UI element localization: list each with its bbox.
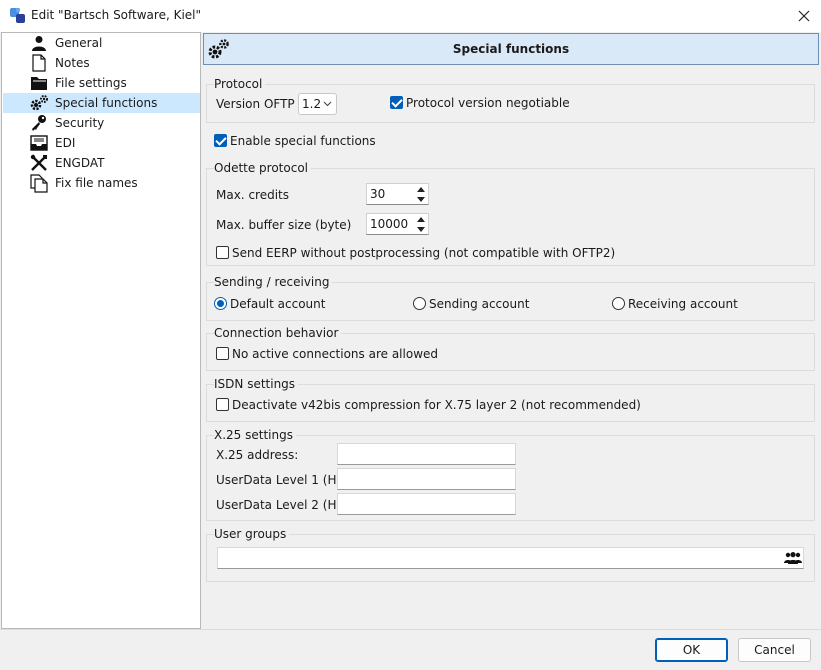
enable-special-functions-label: Enable special functions bbox=[230, 134, 376, 148]
user-groups-group-label: User groups bbox=[214, 527, 290, 541]
nav-item-label: Special functions bbox=[55, 96, 158, 110]
protocol-negotiable-checkbox[interactable] bbox=[390, 96, 403, 109]
max-buffer-size-spinner[interactable]: 10000 bbox=[366, 213, 429, 235]
userdata-level1-input[interactable] bbox=[337, 468, 516, 490]
nav-item-general[interactable]: General bbox=[3, 33, 200, 53]
user-groups-picker-button[interactable] bbox=[783, 549, 803, 567]
sending-receiving-group-label: Sending / receiving bbox=[214, 275, 333, 289]
gears-icon bbox=[29, 93, 49, 113]
protocol-negotiable-label: Protocol version negotiable bbox=[406, 96, 570, 110]
spin-down-button[interactable] bbox=[415, 225, 426, 234]
nav-item-label: Security bbox=[55, 116, 105, 130]
x25-address-label: X.25 address: bbox=[216, 448, 299, 462]
max-credits-value: 30 bbox=[370, 187, 386, 201]
nav-item-label: EDI bbox=[55, 136, 76, 150]
users-group-icon bbox=[784, 552, 802, 564]
max-buffer-size-value: 10000 bbox=[370, 217, 409, 231]
version-oftp-value: 1.2 bbox=[302, 97, 322, 111]
send-eerp-checkbox[interactable] bbox=[216, 246, 229, 259]
send-eerp-label: Send EERP without postprocessing (not co… bbox=[232, 246, 616, 260]
deactivate-v42bis-checkbox[interactable] bbox=[216, 398, 229, 411]
user-groups-input[interactable] bbox=[217, 547, 804, 569]
x25-address-input[interactable] bbox=[337, 443, 516, 465]
protocol-group-label: Protocol bbox=[214, 77, 266, 91]
key-icon bbox=[29, 113, 49, 133]
nav-item-label: ENGDAT bbox=[55, 156, 105, 170]
navigation-tree: General Notes File settings Special func… bbox=[1, 32, 201, 629]
tools-icon bbox=[29, 153, 49, 173]
arrow-down-icon bbox=[416, 227, 425, 232]
connection-behavior-group-label: Connection behavior bbox=[214, 326, 342, 340]
max-credits-label: Max. credits bbox=[216, 188, 289, 202]
isdn-settings-group-label: ISDN settings bbox=[214, 377, 299, 391]
spin-up-button[interactable] bbox=[415, 185, 426, 194]
sending-account-radio[interactable] bbox=[413, 297, 426, 310]
inbox-icon bbox=[29, 133, 49, 153]
max-buffer-size-label: Max. buffer size (byte) bbox=[216, 218, 352, 232]
default-account-label: Default account bbox=[230, 297, 326, 311]
folder-icon bbox=[29, 73, 49, 93]
arrow-down-icon bbox=[416, 197, 425, 202]
nav-item-edi[interactable]: EDI bbox=[3, 133, 200, 153]
document-icon bbox=[29, 53, 49, 73]
chevron-down-icon bbox=[323, 101, 332, 107]
spin-down-button[interactable] bbox=[415, 195, 426, 204]
no-active-connections-checkbox[interactable] bbox=[216, 347, 229, 360]
title-bar: Edit "Bartsch Software, Kiel" bbox=[0, 0, 821, 32]
content-header: Special functions bbox=[203, 33, 819, 65]
enable-special-functions-checkbox[interactable] bbox=[214, 134, 227, 147]
sending-account-label: Sending account bbox=[429, 297, 530, 311]
person-icon bbox=[29, 33, 49, 53]
window-title: Edit "Bartsch Software, Kiel" bbox=[31, 8, 202, 22]
max-credits-spinner[interactable]: 30 bbox=[366, 183, 429, 205]
x25-settings-group-label: X.25 settings bbox=[214, 428, 296, 442]
arrow-up-icon bbox=[416, 187, 425, 192]
cancel-button[interactable]: Cancel bbox=[738, 638, 811, 662]
arrow-up-icon bbox=[416, 217, 425, 222]
nav-item-label: General bbox=[55, 36, 103, 50]
ok-button[interactable]: OK bbox=[655, 638, 728, 662]
receiving-account-label: Receiving account bbox=[628, 297, 738, 311]
nav-item-label: File settings bbox=[55, 76, 127, 90]
dialog-button-bar: OK Cancel bbox=[0, 629, 821, 670]
nav-item-fix-file-names[interactable]: Fix file names bbox=[3, 173, 200, 193]
version-oftp-select[interactable]: 1.2 bbox=[298, 93, 337, 115]
nav-item-label: Notes bbox=[55, 56, 90, 70]
nav-item-special-functions[interactable]: Special functions bbox=[3, 93, 200, 113]
app-logo-icon bbox=[10, 8, 25, 23]
default-account-radio[interactable] bbox=[214, 297, 227, 310]
nav-item-security[interactable]: Security bbox=[3, 113, 200, 133]
userdata-level2-input[interactable] bbox=[337, 493, 516, 515]
version-oftp-label: Version OFTP bbox=[216, 97, 295, 111]
nav-item-file-settings[interactable]: File settings bbox=[3, 73, 200, 93]
nav-item-notes[interactable]: Notes bbox=[3, 53, 200, 73]
close-button[interactable] bbox=[786, 0, 821, 32]
page-title: Special functions bbox=[452, 42, 570, 56]
odette-protocol-group-label: Odette protocol bbox=[214, 161, 312, 175]
close-icon bbox=[798, 10, 809, 22]
no-active-connections-label: No active connections are allowed bbox=[232, 347, 439, 361]
spin-up-button[interactable] bbox=[415, 215, 426, 224]
nav-item-label: Fix file names bbox=[55, 176, 138, 190]
nav-item-engdat[interactable]: ENGDAT bbox=[3, 153, 200, 173]
deactivate-v42bis-label: Deactivate v42bis compression for X.75 l… bbox=[232, 398, 641, 412]
copy-documents-icon bbox=[29, 173, 49, 193]
receiving-account-radio[interactable] bbox=[612, 297, 625, 310]
